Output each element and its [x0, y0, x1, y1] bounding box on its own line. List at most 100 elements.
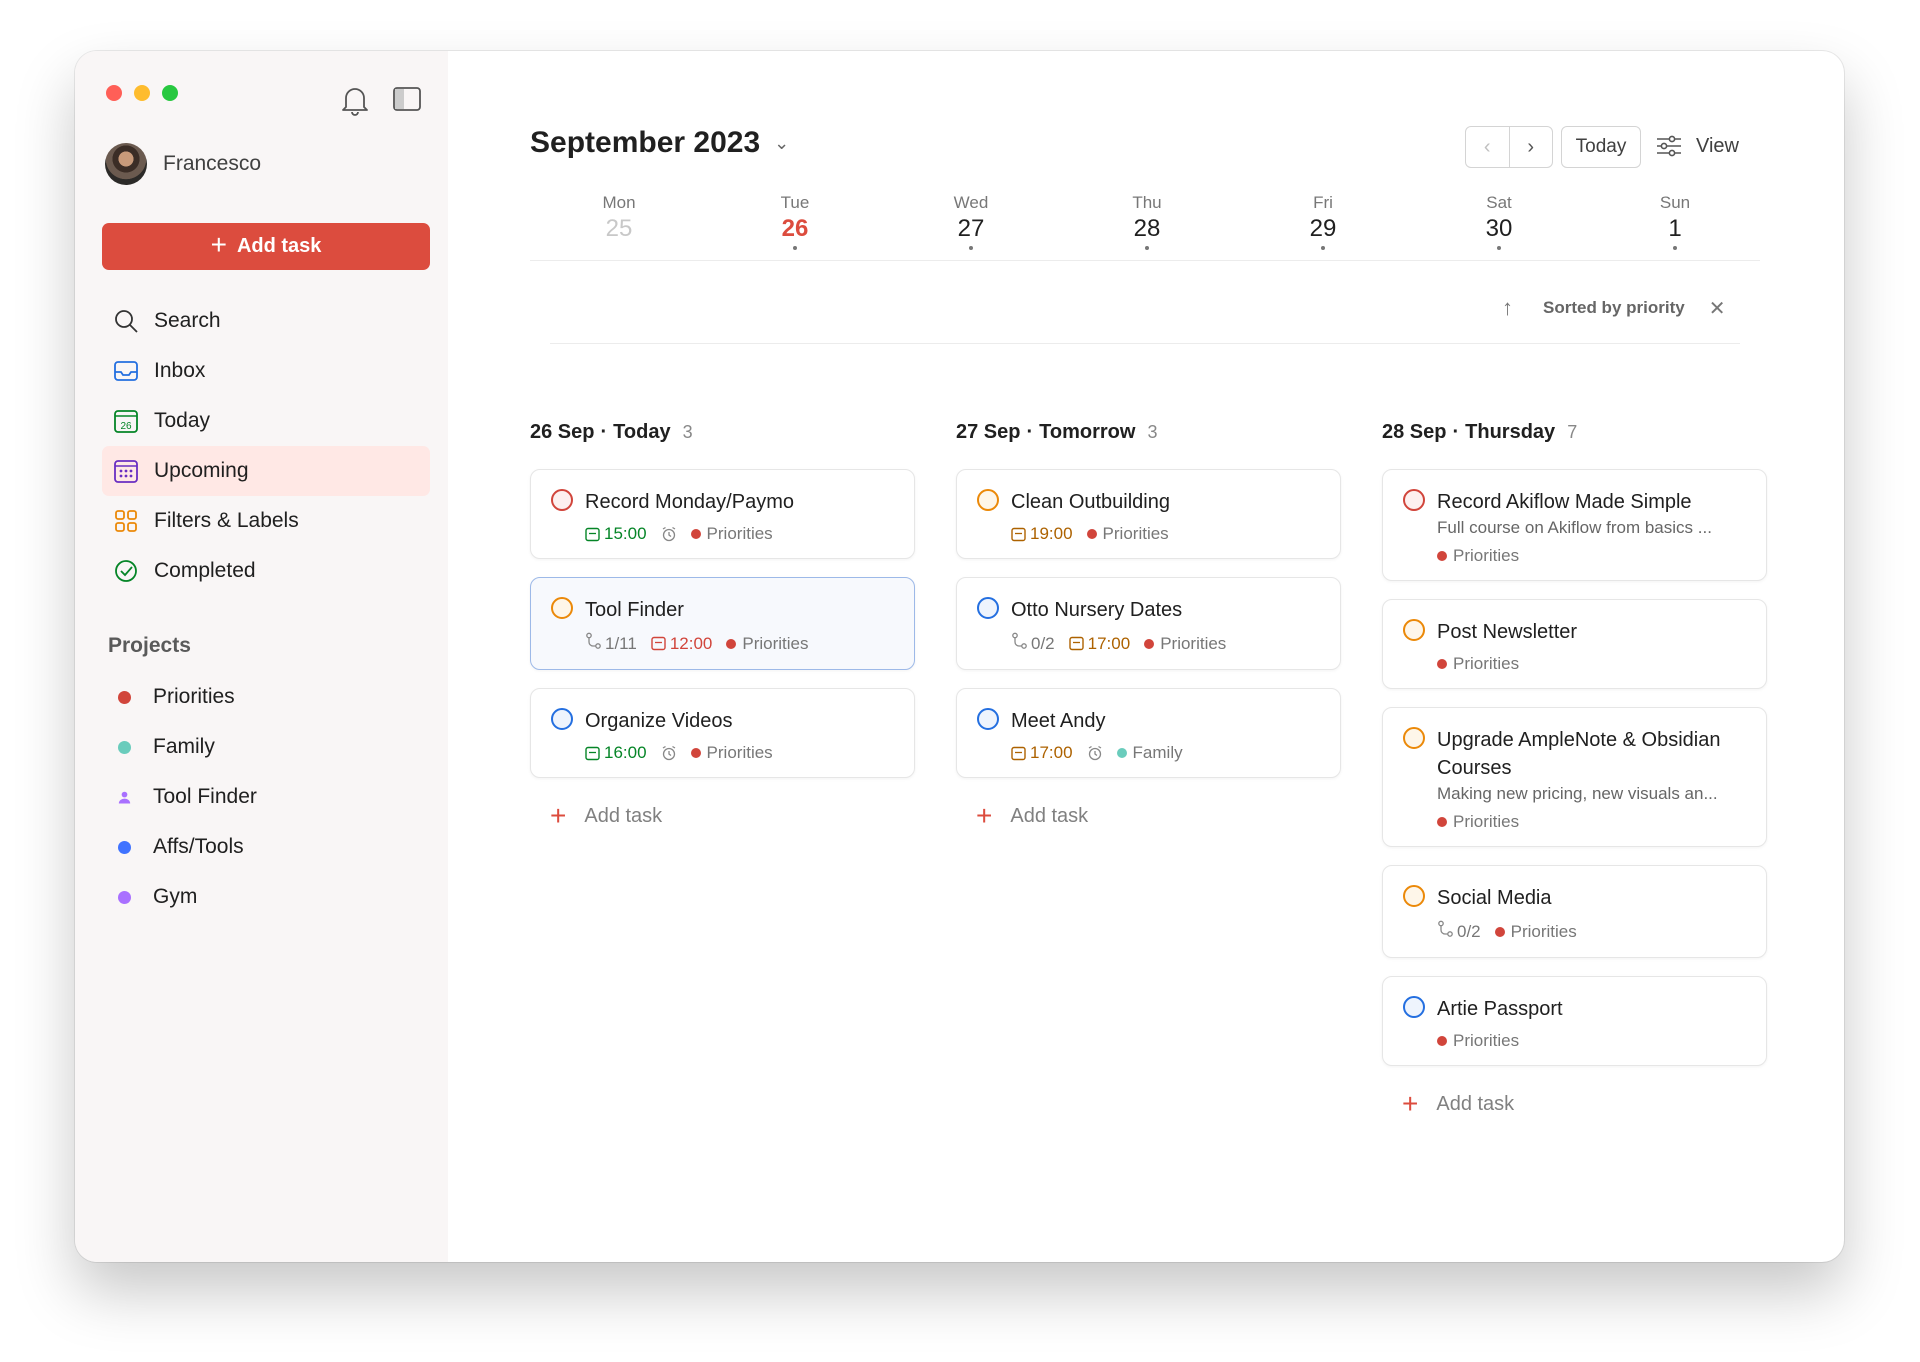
task-title: Record Monday/Paymo: [585, 491, 794, 513]
task-card[interactable]: Organize Videos 16:00 Priorities: [530, 688, 915, 778]
task-due-time: 16:00: [585, 743, 647, 763]
month-selector[interactable]: September 2023 ⌄: [530, 126, 789, 160]
subtasks-indicator: 0/2: [1437, 920, 1481, 943]
user-profile[interactable]: Francesco: [105, 143, 261, 185]
sliders-icon: [1657, 135, 1681, 157]
project-item-affs-tools[interactable]: Affs/Tools: [102, 822, 430, 872]
today-button[interactable]: Today: [1561, 126, 1641, 168]
day-thu[interactable]: Thu 28: [1102, 193, 1192, 250]
maximize-window-button[interactable]: [162, 85, 178, 101]
task-card[interactable]: Meet Andy 17:00 Family: [956, 688, 1341, 778]
task-card[interactable]: Tool Finder 1/11 12:00 Priorities: [530, 577, 915, 670]
project-color-dot: [726, 638, 737, 649]
day-mon[interactable]: Mon 25: [574, 193, 664, 243]
sidebar-item-today[interactable]: 26 Today: [102, 396, 430, 446]
clear-sort-close-icon[interactable]: ✕: [1709, 296, 1726, 321]
project-item-family[interactable]: Family: [102, 722, 430, 772]
day-column-heading: 28 Sep · Thursday 7: [1382, 421, 1578, 443]
task-count: 3: [1147, 422, 1158, 442]
task-title: Clean Outbuilding: [1011, 491, 1170, 513]
notifications-bell-icon[interactable]: [340, 84, 370, 116]
alarm-clock-icon: [661, 526, 677, 542]
task-checkbox[interactable]: [977, 597, 999, 619]
task-due-time: 12:00: [651, 634, 712, 654]
task-checkbox[interactable]: [551, 708, 573, 730]
project-color-dot: [118, 690, 131, 704]
sidebar-toggle-icon[interactable]: [393, 87, 421, 111]
calendar-icon: [585, 527, 600, 542]
task-card[interactable]: Post Newsletter Priorities: [1382, 599, 1767, 689]
task-meta: 17:00 Family: [1011, 743, 1322, 763]
task-card[interactable]: Record Akiflow Made Simple Full course on…: [1382, 469, 1767, 581]
task-project-label: Family: [1116, 743, 1183, 763]
task-card[interactable]: Clean Outbuilding 19:00 Priorities: [956, 469, 1341, 559]
add-task-button[interactable]: + Add task: [102, 223, 430, 270]
sidebar-item-inbox[interactable]: Inbox: [102, 346, 430, 396]
project-color-dot: [1144, 638, 1155, 649]
task-project-label: Priorities: [1437, 812, 1519, 832]
task-checkbox[interactable]: [1403, 619, 1425, 641]
task-checkbox[interactable]: [551, 597, 573, 619]
has-tasks-dot: [1321, 246, 1325, 250]
task-checkbox[interactable]: [1403, 996, 1425, 1018]
project-item-tool-finder[interactable]: Tool Finder: [102, 772, 430, 822]
task-checkbox[interactable]: [1403, 489, 1425, 511]
task-meta: 16:00 Priorities: [585, 743, 896, 763]
next-week-button[interactable]: ›: [1510, 127, 1553, 167]
sidebar-item-filters-labels[interactable]: Filters & Labels: [102, 496, 430, 546]
plus-icon: +: [210, 229, 227, 260]
add-task-inline-button[interactable]: + Add task: [1382, 1090, 1767, 1118]
task-card[interactable]: Social Media 0/2 Priorities: [1382, 865, 1767, 958]
plus-icon: +: [976, 800, 993, 831]
add-task-inline-button[interactable]: + Add task: [956, 802, 1341, 830]
day-sun[interactable]: Sun 1: [1630, 193, 1720, 250]
task-card[interactable]: Otto Nursery Dates 0/2 17:00 Priorities: [956, 577, 1341, 670]
task-project-label: Priorities: [690, 524, 773, 544]
sidebar-item-completed[interactable]: Completed: [102, 546, 430, 596]
minimize-window-button[interactable]: [134, 85, 150, 101]
task-card[interactable]: Record Monday/Paymo 15:00 Priorities: [530, 469, 915, 559]
task-checkbox[interactable]: [551, 489, 573, 511]
task-description: Making new pricing, new visuals an...: [1437, 784, 1718, 803]
has-tasks-dot: [793, 246, 797, 250]
task-project-label: Priorities: [726, 634, 809, 654]
task-card[interactable]: Artie Passport Priorities: [1382, 976, 1767, 1066]
day-column-heading: 27 Sep · Tomorrow 3: [956, 421, 1158, 443]
day-tue[interactable]: Tue 26: [750, 193, 840, 250]
avatar: [105, 143, 147, 185]
task-project-label: Priorities: [690, 743, 773, 763]
task-title: Record Akiflow Made Simple: [1437, 491, 1692, 513]
divider: [550, 343, 1740, 344]
task-checkbox[interactable]: [977, 708, 999, 730]
task-checkbox[interactable]: [977, 489, 999, 511]
task-due-time: 17:00: [1068, 634, 1130, 654]
task-checkbox[interactable]: [1403, 727, 1425, 749]
search-icon: [112, 307, 140, 335]
add-task-inline-button[interactable]: + Add task: [530, 802, 915, 830]
task-checkbox[interactable]: [1403, 885, 1425, 907]
task-meta: 0/2 Priorities: [1437, 920, 1748, 943]
task-meta: Priorities: [1437, 654, 1748, 674]
project-item-gym[interactable]: Gym: [102, 872, 430, 922]
day-column: 27 Sep · Tomorrow 3 Clean Outbuilding 19:00 Pr…: [956, 421, 1341, 830]
day-column-heading: 26 Sep · Today 3: [530, 421, 693, 443]
task-card[interactable]: Upgrade AmpleNote & Obsidian Courses Maki…: [1382, 707, 1767, 847]
project-color-dot: [690, 748, 701, 758]
day-wed[interactable]: Wed 27: [926, 193, 1016, 250]
projects-heading[interactable]: Projects: [108, 634, 191, 658]
previous-week-button[interactable]: ‹: [1466, 127, 1510, 167]
project-item-priorities[interactable]: Priorities: [102, 672, 430, 722]
sidebar-item-upcoming[interactable]: Upcoming: [102, 446, 430, 496]
task-meta: 15:00 Priorities: [585, 524, 896, 544]
day-fri[interactable]: Fri 29: [1278, 193, 1368, 250]
task-title: Social Media: [1437, 887, 1552, 909]
project-color-dot: [1437, 1036, 1447, 1046]
day-sat[interactable]: Sat 30: [1454, 193, 1544, 250]
view-button[interactable]: View: [1656, 126, 1739, 166]
plus-icon: +: [550, 800, 567, 831]
sidebar: Francesco + Add task Search Inbox 26 Tod…: [75, 51, 448, 1262]
sidebar-item-search[interactable]: Search: [102, 296, 430, 346]
chevron-down-icon: ⌄: [774, 132, 790, 153]
task-title: Meet Andy: [1011, 710, 1106, 732]
close-window-button[interactable]: [106, 85, 122, 101]
